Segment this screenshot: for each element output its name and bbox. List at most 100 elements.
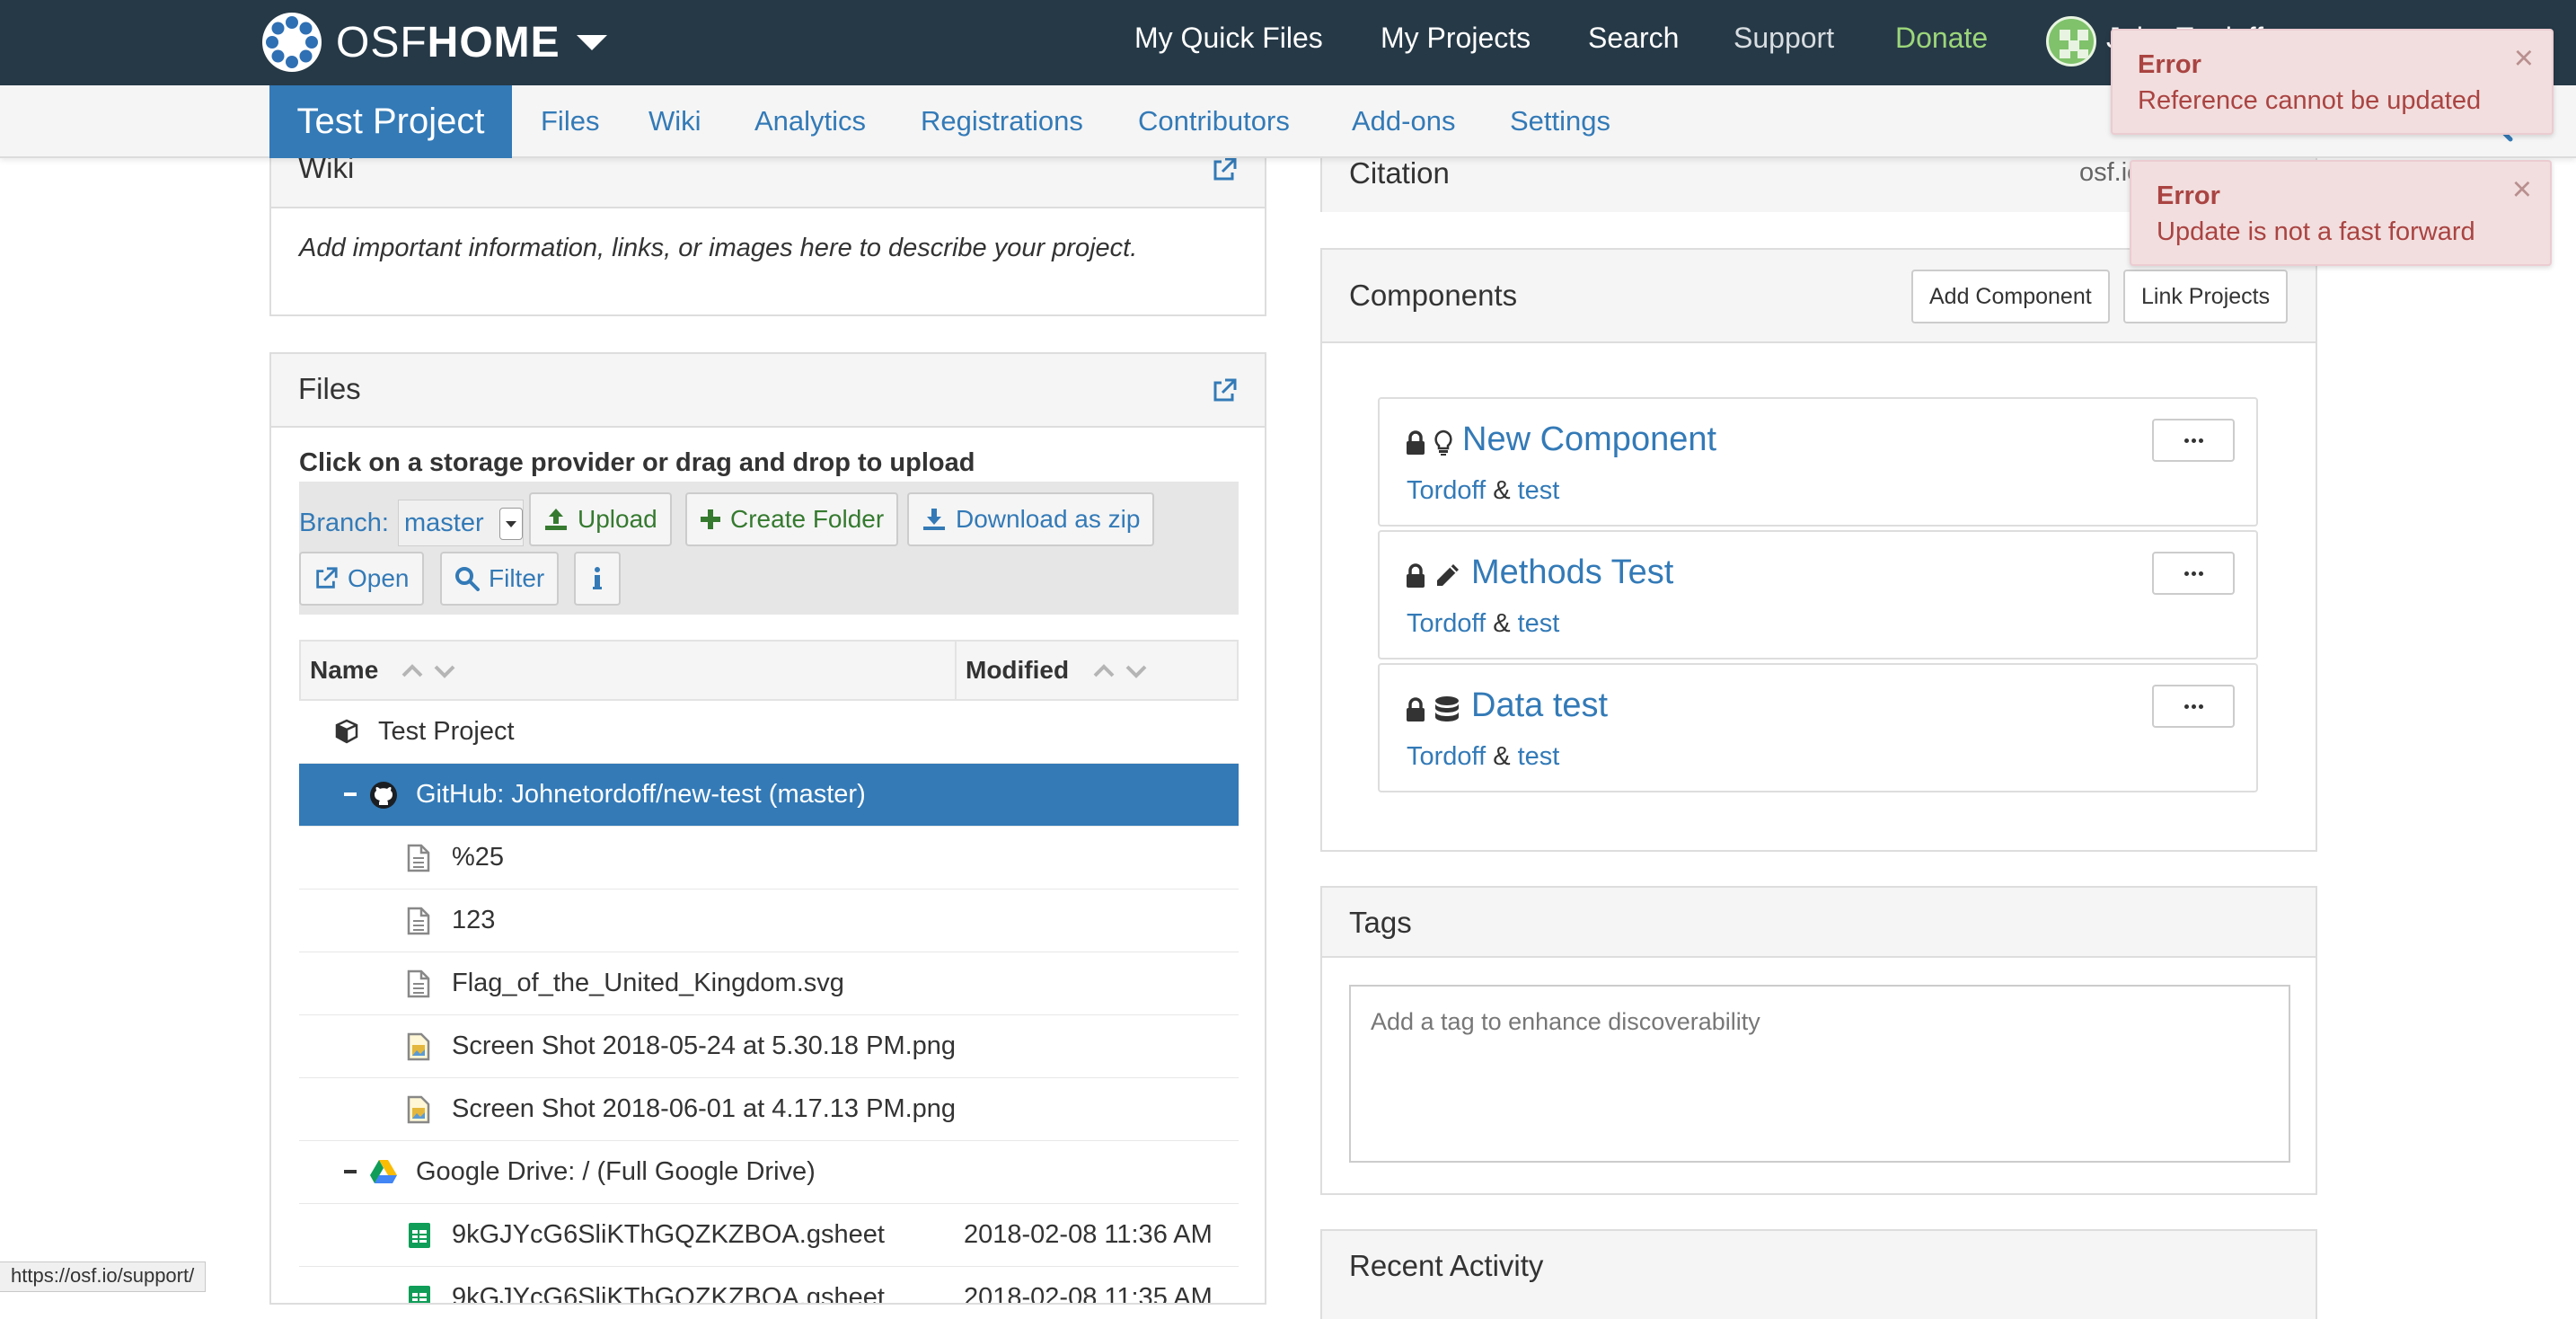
component-contributors: Tordoff & test bbox=[1407, 476, 1559, 506]
component-menu-button[interactable] bbox=[2152, 419, 2235, 462]
component-title-link[interactable]: Data test bbox=[1471, 686, 1608, 725]
create-folder-button[interactable]: Create Folder bbox=[685, 492, 899, 546]
external-link-icon[interactable] bbox=[1211, 377, 1238, 404]
file-row[interactable]: 123 bbox=[299, 890, 1239, 952]
pencil-icon bbox=[1437, 564, 1459, 586]
nav-support[interactable]: Support bbox=[1734, 18, 1834, 58]
component-title-link[interactable]: New Component bbox=[1462, 420, 1716, 459]
chevron-down-icon bbox=[576, 34, 607, 50]
upload-button[interactable]: Upload bbox=[529, 492, 672, 546]
component-card: New Component Tordoff & test bbox=[1378, 397, 2258, 527]
column-name[interactable]: Name bbox=[310, 642, 378, 699]
file-row[interactable]: Flag_of_the_United_Kingdom.svg bbox=[299, 952, 1239, 1015]
file-row-name: Google Drive: / (Full Google Drive) bbox=[416, 1157, 816, 1186]
tab-registrations[interactable]: Registrations bbox=[921, 102, 1083, 141]
open-button-label: Open bbox=[348, 564, 410, 592]
contributor-link[interactable]: Tordoff bbox=[1407, 476, 1486, 505]
tab-analytics[interactable]: Analytics bbox=[754, 102, 866, 141]
tab-wiki[interactable]: Wiki bbox=[648, 102, 701, 141]
file-row-name: 9kGJYcG6SliKThGQZKZBOA.gsheet bbox=[452, 1220, 885, 1249]
nav-donate[interactable]: Donate bbox=[1895, 18, 1988, 58]
tab-contributors[interactable]: Contributors bbox=[1138, 102, 1290, 141]
file-row-name: Test Project bbox=[378, 717, 515, 746]
recent-activity-title: Recent Activity bbox=[1349, 1249, 1544, 1282]
avatar-pattern-icon bbox=[2060, 30, 2088, 58]
brand-bold-text: HOME bbox=[427, 18, 560, 66]
close-icon[interactable]: × bbox=[2514, 40, 2534, 78]
lock-icon bbox=[1407, 430, 1425, 455]
file-row[interactable]: 9kGJYcG6SliKThGQZKZBOA.gsheet 2018-02-08… bbox=[299, 1267, 1239, 1305]
sort-arrows-icon[interactable] bbox=[1091, 660, 1149, 681]
contributor-link[interactable]: Tordoff bbox=[1407, 609, 1486, 638]
info-button[interactable] bbox=[574, 552, 621, 606]
nav-my-quick-files[interactable]: My Quick Files bbox=[1134, 18, 1323, 58]
osf-logo-icon bbox=[262, 13, 322, 72]
spreadsheet-icon bbox=[409, 1286, 430, 1303]
toast-title: Error bbox=[2138, 50, 2201, 79]
contributor-link[interactable]: test bbox=[1518, 609, 1560, 638]
project-title-tab[interactable]: Test Project bbox=[269, 85, 512, 158]
component-card: Data test Tordoff & test bbox=[1378, 663, 2258, 792]
file-row-name: 123 bbox=[452, 906, 496, 934]
file-row[interactable]: %25 bbox=[299, 827, 1239, 890]
filter-button[interactable]: Filter bbox=[440, 552, 560, 606]
file-row[interactable]: Screen Shot 2018-05-24 at 5.30.18 PM.png bbox=[299, 1015, 1239, 1078]
link-projects-button[interactable]: Link Projects bbox=[2123, 270, 2289, 323]
recent-activity-header: Recent Activity bbox=[1322, 1231, 2316, 1319]
chevron-down-icon bbox=[499, 508, 523, 540]
osf-home-brand[interactable]: OSFHOME bbox=[260, 6, 607, 78]
wiki-placeholder-text: Add important information, links, or ima… bbox=[299, 234, 1138, 262]
nav-search[interactable]: Search bbox=[1588, 18, 1679, 58]
citation-panel-title: Citation bbox=[1349, 156, 1450, 190]
component-title-link[interactable]: Methods Test bbox=[1471, 553, 1673, 592]
tab-add-ons[interactable]: Add-ons bbox=[1352, 102, 1455, 141]
tab-files[interactable]: Files bbox=[541, 102, 599, 141]
column-modified[interactable]: Modified bbox=[966, 642, 1069, 699]
spreadsheet-icon bbox=[409, 1223, 430, 1248]
user-avatar[interactable] bbox=[2046, 16, 2096, 66]
file-toolbar: Branch: master Upload Create Folder Down… bbox=[299, 482, 1239, 615]
column-divider[interactable] bbox=[955, 642, 957, 699]
tags-panel: Tags Add a tag to enhance discoverabilit… bbox=[1320, 886, 2317, 1195]
tags-panel-header: Tags bbox=[1322, 888, 2316, 958]
contributor-link[interactable]: test bbox=[1518, 742, 1560, 771]
search-icon bbox=[455, 567, 480, 591]
component-card: Methods Test Tordoff & test bbox=[1378, 530, 2258, 660]
file-row[interactable]: 9kGJYcG6SliKThGQZKZBOA.gsheet 2018-02-08… bbox=[299, 1204, 1239, 1267]
toast-message: Reference cannot be updated bbox=[2138, 86, 2482, 115]
tab-settings[interactable]: Settings bbox=[1510, 102, 1610, 141]
close-icon[interactable]: × bbox=[2512, 171, 2532, 209]
lock-icon bbox=[1407, 563, 1425, 588]
browser-status-url: https://osf.io/support/ bbox=[0, 1261, 207, 1292]
toast-title: Error bbox=[2157, 181, 2220, 210]
ampersand: & bbox=[1493, 609, 1511, 638]
collapse-minus-icon[interactable] bbox=[344, 792, 357, 796]
external-link-icon[interactable] bbox=[1211, 156, 1238, 183]
contributor-link[interactable]: Tordoff bbox=[1407, 742, 1486, 771]
image-file-icon bbox=[407, 1032, 430, 1061]
file-row[interactable]: Screen Shot 2018-06-01 at 4.17.13 PM.png bbox=[299, 1078, 1239, 1141]
component-contributors: Tordoff & test bbox=[1407, 609, 1559, 639]
error-toast: Error Reference cannot be updated × bbox=[2111, 29, 2554, 135]
component-menu-button[interactable] bbox=[2152, 552, 2235, 595]
open-button[interactable]: Open bbox=[299, 552, 424, 606]
wiki-panel: Wiki Add important information, links, o… bbox=[269, 135, 1266, 316]
download-zip-button[interactable]: Download as zip bbox=[907, 492, 1155, 546]
file-row-github[interactable]: GitHub: Johnetordoff/new-test (master) bbox=[299, 764, 1239, 827]
collapse-minus-icon[interactable] bbox=[344, 1170, 357, 1173]
file-row-google-drive[interactable]: Google Drive: / (Full Google Drive) bbox=[299, 1141, 1239, 1204]
branch-label: Branch: bbox=[299, 509, 389, 537]
component-menu-button[interactable] bbox=[2152, 685, 2235, 728]
tag-input[interactable]: Add a tag to enhance discoverability bbox=[1349, 985, 2290, 1163]
external-link-icon bbox=[316, 567, 338, 589]
create-folder-button-label: Create Folder bbox=[730, 505, 885, 533]
files-panel-header: Files bbox=[271, 354, 1265, 428]
contributor-link[interactable]: test bbox=[1518, 476, 1560, 505]
file-row-project[interactable]: Test Project bbox=[299, 701, 1239, 764]
branch-select[interactable]: master bbox=[398, 500, 524, 546]
add-component-button[interactable]: Add Component bbox=[1911, 270, 2110, 323]
sort-arrows-icon[interactable] bbox=[400, 660, 457, 681]
nav-my-projects[interactable]: My Projects bbox=[1381, 18, 1531, 58]
file-row-name: Screen Shot 2018-05-24 at 5.30.18 PM.png bbox=[452, 1031, 957, 1060]
file-row-name: 9kGJYcG6SliKThGQZKZBOA.gsheet bbox=[452, 1283, 885, 1305]
